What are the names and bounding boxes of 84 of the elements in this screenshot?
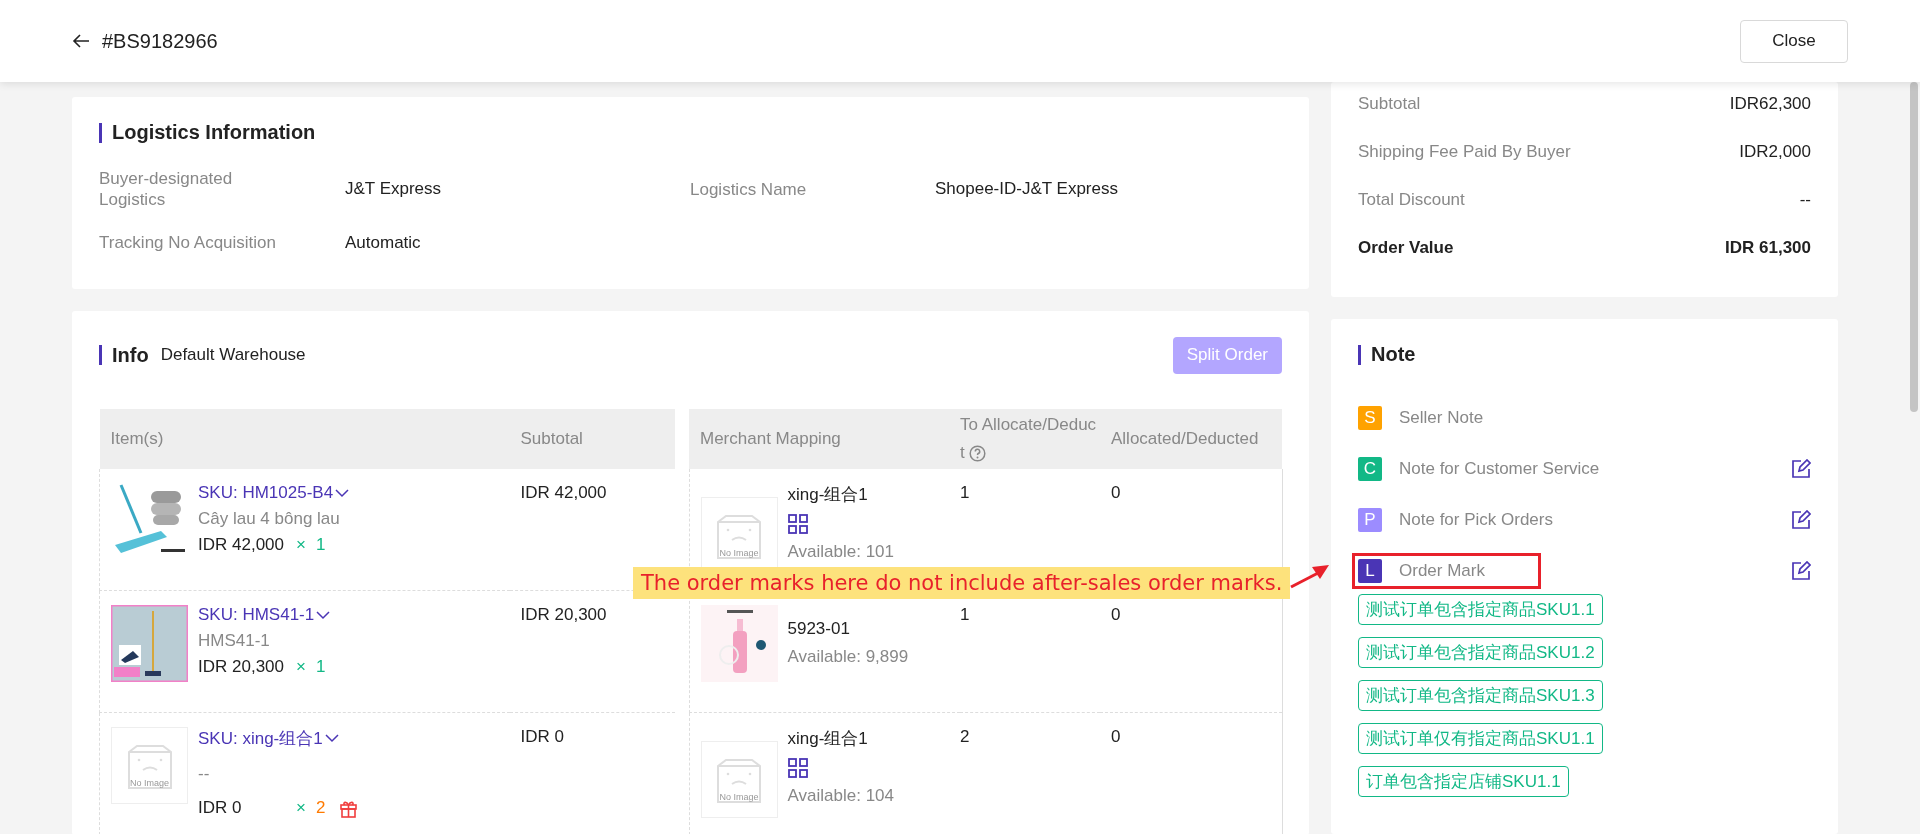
note-badge: L: [1358, 558, 1382, 583]
field-label: Buyer-designated Logistics: [99, 168, 234, 210]
field-value: Shopee-ID-J&T Express: [935, 179, 1119, 199]
table-cell: IDR 42,000: [520, 483, 607, 502]
summary-label: Total Discount: [1358, 190, 1465, 210]
note-label: Note for Pick Orders: [1399, 509, 1553, 530]
table-cell: 0: [1111, 727, 1121, 746]
summary-value: --: [1799, 190, 1811, 210]
placeholder-label: No Image: [130, 777, 169, 788]
table-cell: 1: [960, 483, 970, 502]
note-label: Seller Note: [1399, 407, 1484, 428]
field-value: Automatic: [345, 232, 422, 253]
scrollbar-thumb[interactable]: [1910, 82, 1918, 412]
field-label: Logistics Name: [690, 178, 808, 200]
section-title: Note: [1371, 343, 1416, 366]
summary-label: Shipping Fee Paid By Buyer: [1358, 142, 1571, 162]
quantity: 2: [315, 798, 326, 818]
mapped-product-name: xing-组合1: [787, 728, 869, 750]
edit-icon[interactable]: [1791, 509, 1811, 530]
arrow-drawing: [1290, 563, 1331, 589]
close-button[interactable]: Close: [1740, 19, 1848, 63]
placeholder-label: No Image: [719, 547, 759, 558]
note-badge: C: [1358, 456, 1382, 481]
sku-link[interactable]: SKU: xing-组合1: [198, 727, 359, 750]
back-arrow-icon[interactable]: [72, 34, 90, 48]
order-number-title: #BS9182966: [102, 29, 218, 53]
quantity: 1: [315, 657, 326, 677]
empty-box-icon: [714, 513, 764, 560]
table-cell: 0: [1111, 605, 1121, 624]
column-header: Merchant Mapping: [689, 409, 960, 469]
summary-value: IDR 61,300: [1725, 238, 1811, 258]
multiply-sign: ×: [296, 535, 306, 555]
order-mark-tag: 测试订单包含指定商品SKU1.2: [1358, 637, 1603, 668]
table-cell: 2: [960, 727, 970, 746]
quantity: 1: [315, 535, 326, 555]
sku-link[interactable]: SKU: HMS41-1: [198, 605, 331, 625]
order-mark-tag: 测试订单仅有指定商品SKU1.1: [1358, 723, 1603, 754]
note-label: Order Mark: [1399, 560, 1485, 581]
product-name: HMS41-1: [198, 631, 271, 651]
mapped-product-name: 5923-01: [787, 619, 851, 639]
column-header: To Allocate/Deduct: [960, 409, 1100, 469]
edit-icon[interactable]: [1791, 560, 1811, 581]
table-cell: 1: [960, 605, 970, 624]
stock-available: Available: 104: [787, 786, 894, 806]
multiply-sign: ×: [296, 798, 306, 818]
warehouse-label: Default Warehouse: [160, 345, 306, 365]
note-badge: P: [1358, 507, 1382, 532]
chevron-down-icon[interactable]: [316, 610, 331, 620]
stock-available: Available: 101: [787, 542, 894, 562]
field-value: J&T Express: [345, 179, 443, 199]
section-title: Logistics Information: [112, 121, 316, 144]
multiply-sign: ×: [296, 657, 306, 677]
table-cell: IDR 0: [520, 727, 564, 746]
product-name: --: [198, 764, 211, 784]
section-title: Info: [112, 343, 149, 367]
help-icon[interactable]: [968, 445, 986, 462]
stock-available: Available: 9,899: [787, 647, 909, 667]
column-header: Subtotal: [509, 409, 675, 469]
summary-label: Order Value: [1358, 238, 1454, 258]
column-header: Item(s): [99, 409, 510, 469]
chevron-down-icon[interactable]: [335, 488, 350, 498]
sku-link[interactable]: SKU: HM1025-B4: [198, 483, 350, 503]
order-mark-tag: 订单包含指定店铺SKU1.1: [1358, 766, 1569, 797]
summary-label: Subtotal: [1358, 94, 1421, 114]
summary-value: IDR62,300: [1729, 94, 1811, 114]
product-name: Cây lau 4 bông lau: [198, 509, 341, 529]
chevron-down-icon[interactable]: [324, 734, 339, 743]
note-label: Note for Customer Service: [1399, 458, 1600, 479]
unit-price: IDR 42,000: [198, 535, 285, 555]
summary-value: IDR2,000: [1739, 142, 1811, 162]
edit-icon[interactable]: [1791, 458, 1811, 479]
order-mark-tag: 测试订单包含指定商品SKU1.1: [1358, 594, 1603, 625]
placeholder-label: No Image: [719, 791, 759, 802]
column-header: Allocated/Deducted: [1100, 409, 1282, 469]
empty-box-icon: [714, 757, 764, 804]
annotation-text: The order marks here do not include after-sales order marks.: [633, 567, 1291, 599]
order-mark-tag: 测试订单包含指定商品SKU1.3: [1358, 680, 1603, 711]
note-badge: S: [1358, 405, 1382, 430]
unit-price: IDR 0: [198, 798, 243, 818]
field-label: Tracking No Acquisition: [99, 232, 277, 253]
unit-price: IDR 20,300: [198, 657, 285, 677]
table-cell: IDR 20,300: [520, 605, 607, 624]
mapped-product-name: xing-组合1: [787, 484, 869, 506]
table-cell: 0: [1111, 483, 1121, 502]
